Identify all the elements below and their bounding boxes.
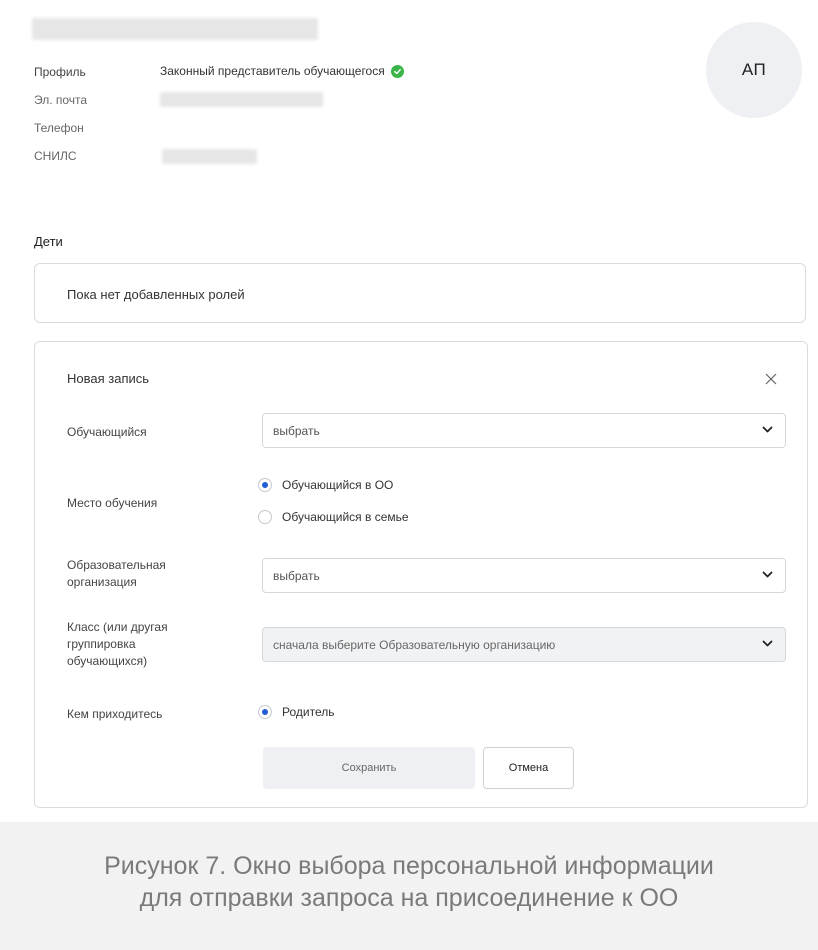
radio-option-in-school[interactable]: Обучающийся в ОО [258,478,393,492]
class-label-line1: Класс (или другая [67,620,168,634]
close-icon[interactable] [764,372,778,386]
student-label: Обучающийся [67,425,147,439]
org-label: Образовательная организация [67,557,166,591]
class-label: Класс (или другая группировка обучающихс… [67,619,168,670]
phone-label: Телефон [34,121,84,135]
caption-line2: для отправки запроса на присоединение к … [139,884,679,912]
org-label-line1: Образовательная [67,558,166,572]
relation-label: Кем приходитесь [67,707,163,721]
class-select-value: сначала выберите Образовательную организ… [273,637,556,652]
class-label-line2: группировка [67,637,136,651]
profile-label: Профиль [34,65,86,79]
radio-label-in-school: Обучающийся в ОО [282,478,394,492]
radio-label-parent: Родитель [282,705,335,719]
student-select-value: выбрать [273,423,320,438]
figure-caption: Рисунок 7. Окно выбора персональной инфо… [0,850,818,914]
blurred-user-name [32,18,318,40]
radio-button[interactable] [258,510,272,524]
avatar: АП [706,22,802,118]
chevron-down-icon [762,640,773,647]
student-select[interactable]: выбрать [262,413,786,448]
children-empty-card: Пока нет добавленных ролей [34,263,806,323]
radio-option-family[interactable]: Обучающийся в семье [258,510,409,524]
profile-role-text: Законный представитель обучающегося [160,64,385,78]
chevron-down-icon [762,426,773,433]
blurred-email [160,92,323,107]
cancel-button[interactable]: Отмена [483,747,574,789]
class-select[interactable]: сначала выберите Образовательную организ… [262,627,786,662]
avatar-initials: АП [741,60,767,79]
caption-line1: Рисунок 7. Окно выбора персональной инфо… [104,852,714,880]
empty-roles-text: Пока нет добавленных ролей [67,287,245,302]
save-button[interactable]: Сохранить [263,747,475,789]
children-section-title: Дети [34,234,63,249]
blurred-snils [162,149,257,164]
chevron-down-icon [762,571,773,578]
profile-page: АП Профиль Законный представитель обучаю… [0,0,818,822]
snils-label: СНИЛС [34,149,77,163]
org-label-line2: организация [67,575,137,589]
radio-label-family: Обучающийся в семье [282,510,409,524]
check-circle-icon [390,64,404,78]
class-label-line3: обучающихся) [67,654,148,668]
radio-option-parent[interactable]: Родитель [258,705,334,719]
place-label: Место обучения [67,496,158,510]
profile-value: Законный представитель обучающегося [160,64,404,78]
radio-button-checked[interactable] [258,705,272,719]
email-label: Эл. почта [34,93,88,107]
form-title: Новая запись [67,371,150,386]
radio-button-checked[interactable] [258,478,272,492]
org-select[interactable]: выбрать [262,558,786,593]
org-select-value: выбрать [273,568,320,583]
